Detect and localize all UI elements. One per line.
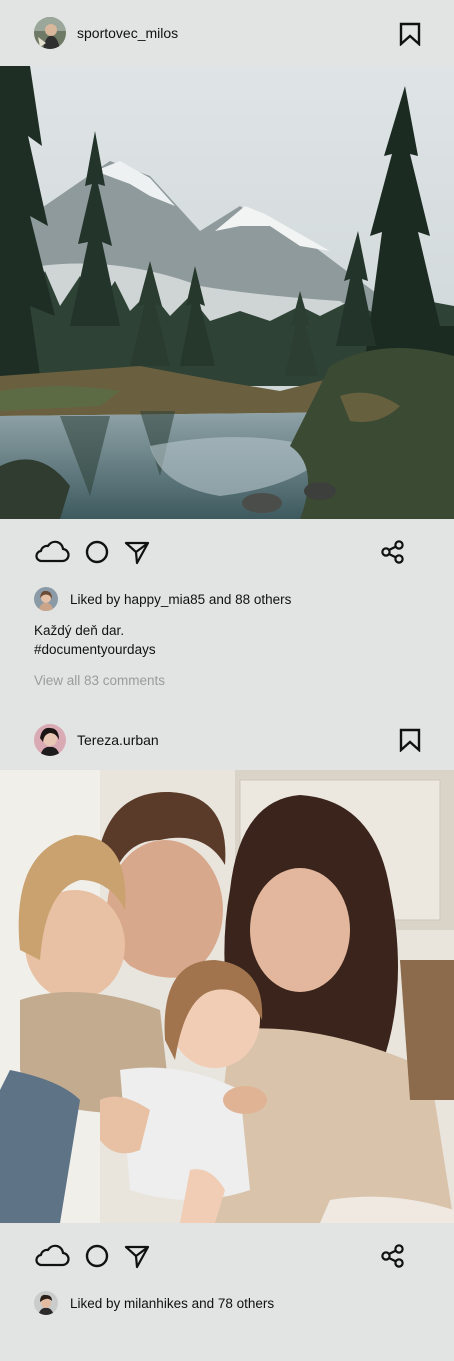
post-actions	[0, 1223, 454, 1289]
share-icon[interactable]	[380, 1243, 406, 1269]
caption-hashtag[interactable]: #documentyourdays	[34, 640, 420, 659]
likes-suffix[interactable]: and 78 others	[188, 1296, 275, 1311]
view-comments-link[interactable]: View all 83 comments	[0, 659, 454, 688]
likes-prefix: Liked by	[70, 591, 125, 607]
likes-suffix[interactable]: and 88 others	[205, 592, 292, 607]
likes-prefix: Liked by	[70, 1295, 125, 1311]
liker-avatar[interactable]	[34, 1291, 58, 1315]
likes-text: Liked by happy_mia85 and 88 others	[70, 592, 291, 607]
family-photo	[0, 770, 454, 1223]
liker-username[interactable]: happy_mia85	[124, 592, 205, 607]
post-header: Tereza.urban	[0, 710, 454, 770]
liker-avatar[interactable]	[34, 587, 58, 611]
avatar[interactable]	[34, 724, 66, 756]
send-icon[interactable]	[124, 1243, 150, 1269]
post-image[interactable]	[0, 770, 454, 1223]
landscape-photo	[0, 66, 454, 519]
bookmark-icon[interactable]	[399, 728, 421, 752]
likes-text: Liked by milanhikes and 78 others	[70, 1296, 274, 1311]
post-header: sportovec_milos	[0, 0, 454, 66]
likes-row: Liked by milanhikes and 78 others	[0, 1289, 454, 1317]
post-caption: Každý deň dar. #documentyourdays	[0, 613, 454, 659]
likes-row: Liked by happy_mia85 and 88 others	[0, 585, 454, 613]
post-image[interactable]	[0, 66, 454, 519]
post: sportovec_milos Liked by happy_mia85 and…	[0, 0, 454, 688]
send-icon[interactable]	[124, 539, 150, 565]
post-actions	[0, 519, 454, 585]
circle-icon[interactable]	[84, 539, 110, 565]
circle-icon[interactable]	[84, 1243, 110, 1269]
cloud-icon[interactable]	[34, 1244, 70, 1268]
liker-username[interactable]: milanhikes	[124, 1296, 188, 1311]
feed: sportovec_milos Liked by happy_mia85 and…	[0, 0, 454, 1317]
username[interactable]: Tereza.urban	[77, 732, 159, 748]
avatar-image	[34, 17, 66, 49]
avatar-image	[34, 724, 66, 756]
cloud-icon[interactable]	[34, 540, 70, 564]
share-icon[interactable]	[380, 539, 406, 565]
avatar[interactable]	[34, 17, 66, 49]
post-separator	[0, 688, 454, 710]
bookmark-icon[interactable]	[399, 22, 421, 46]
caption-text: Každý deň dar.	[34, 623, 125, 638]
username[interactable]: sportovec_milos	[77, 25, 178, 41]
post: Tereza.urban Liked by milanhikes and 78 …	[0, 710, 454, 1317]
